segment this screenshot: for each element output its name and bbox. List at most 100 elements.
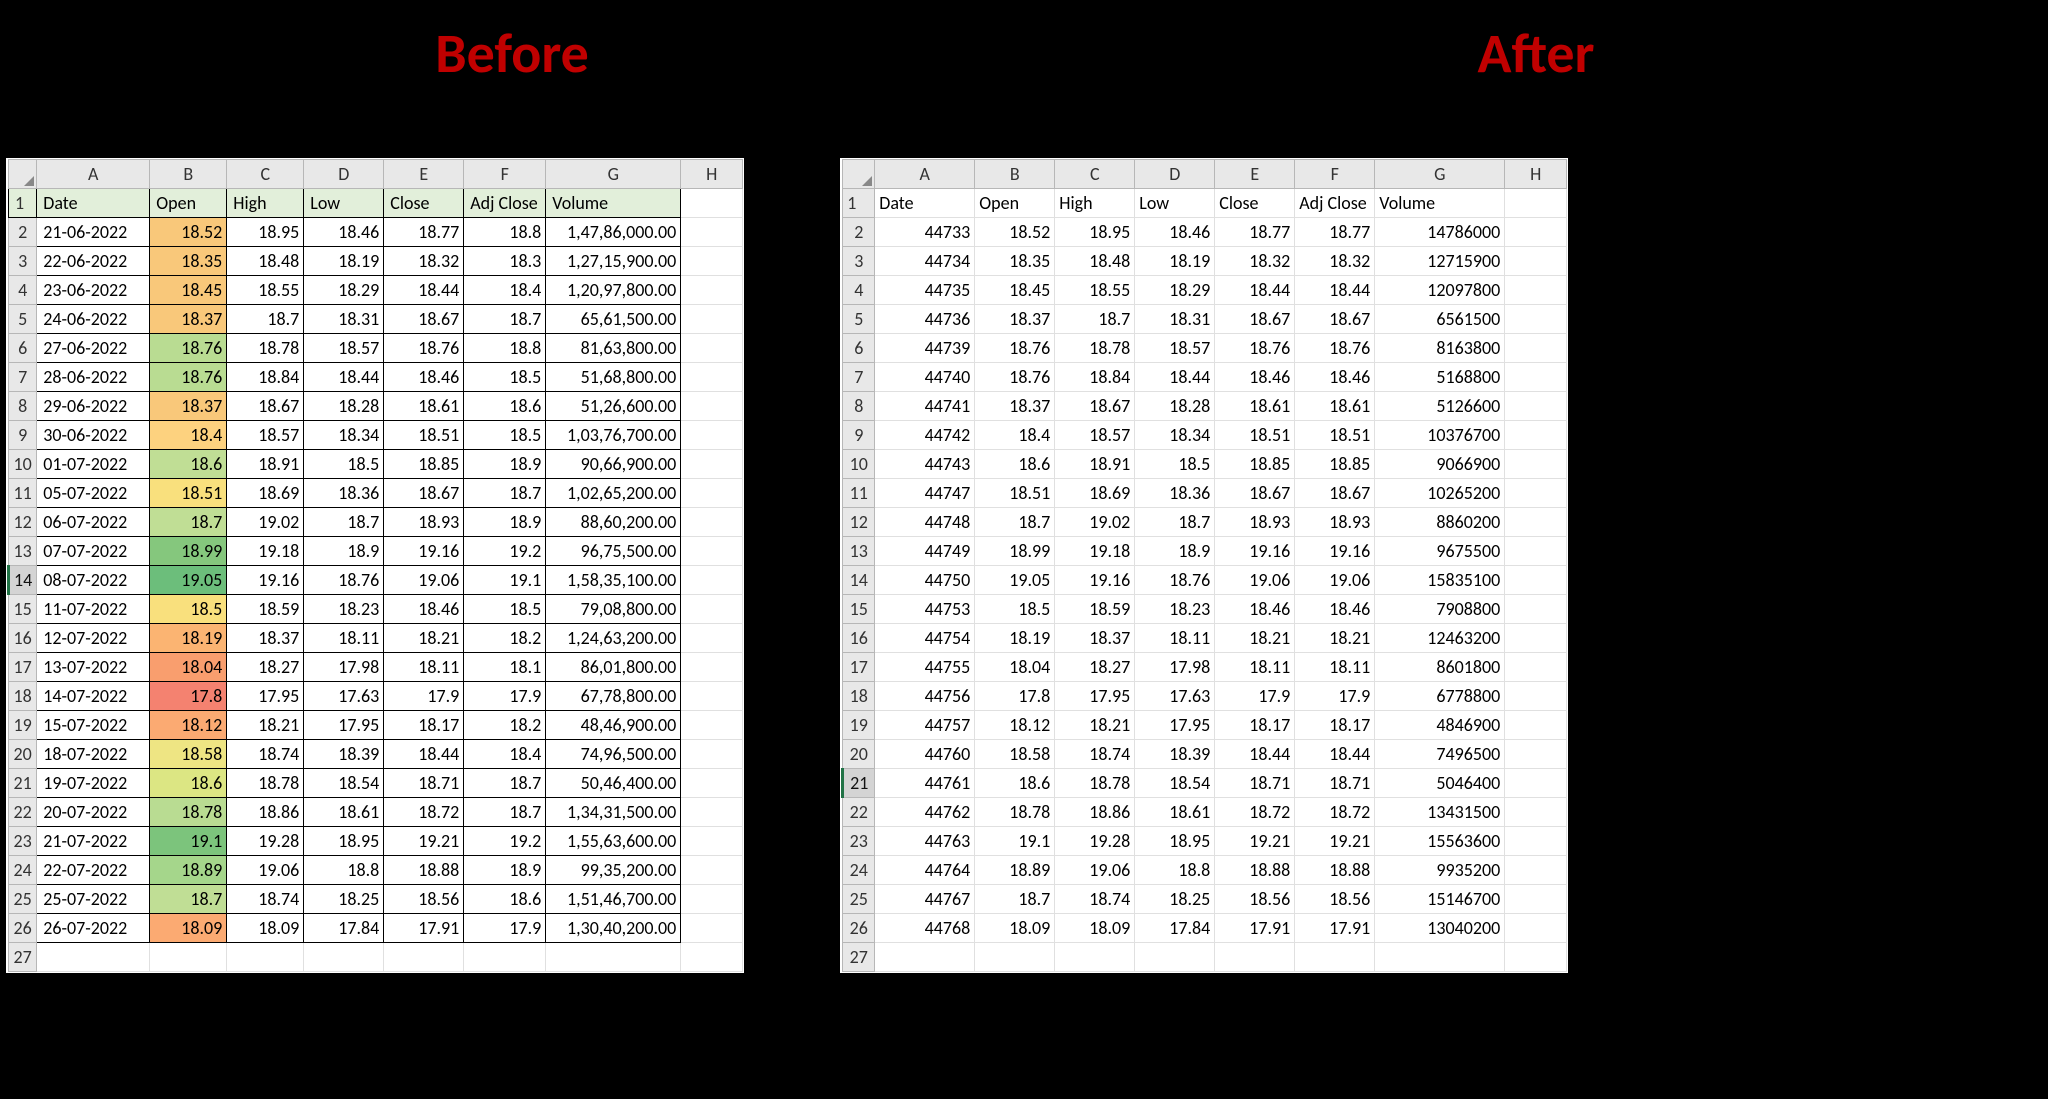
row-head[interactable]: 14 <box>843 566 875 595</box>
header-cell[interactable]: Volume <box>546 189 681 218</box>
header-cell[interactable]: Date <box>875 189 975 218</box>
cell[interactable]: 17.91 <box>1215 914 1295 943</box>
cell[interactable]: 17.63 <box>1135 682 1215 711</box>
cell[interactable]: 44756 <box>875 682 975 711</box>
empty-cell[interactable] <box>1505 218 1567 247</box>
cell[interactable]: 18.72 <box>1295 798 1375 827</box>
cell[interactable]: 18.54 <box>304 769 384 798</box>
cell[interactable]: 19.06 <box>1055 856 1135 885</box>
cell[interactable]: 18.4 <box>464 740 546 769</box>
cell[interactable]: 18.74 <box>227 740 304 769</box>
empty-cell[interactable] <box>1135 943 1215 972</box>
cell[interactable]: 7908800 <box>1375 595 1505 624</box>
cell[interactable]: 08-07-2022 <box>37 566 150 595</box>
cell[interactable]: 18.7 <box>464 798 546 827</box>
cell[interactable]: 99,35,200.00 <box>546 856 681 885</box>
cell[interactable]: 18.5 <box>150 595 227 624</box>
row-head[interactable]: 22 <box>843 798 875 827</box>
cell[interactable]: 18.46 <box>304 218 384 247</box>
cell[interactable]: 18.21 <box>1295 624 1375 653</box>
cell[interactable]: 18.93 <box>1215 508 1295 537</box>
cell[interactable]: 18.6 <box>975 769 1055 798</box>
empty-cell[interactable] <box>1505 537 1567 566</box>
cell[interactable]: 18.29 <box>1135 276 1215 305</box>
cell[interactable]: 18.37 <box>150 305 227 334</box>
row-head[interactable]: 14 <box>9 566 37 595</box>
cell[interactable]: 50,46,400.00 <box>546 769 681 798</box>
cell[interactable]: 18.88 <box>1295 856 1375 885</box>
row-head[interactable]: 21 <box>9 769 37 798</box>
cell[interactable]: 21-07-2022 <box>37 827 150 856</box>
cell[interactable]: 18.48 <box>227 247 304 276</box>
cell[interactable]: 18.99 <box>975 537 1055 566</box>
cell[interactable]: 18.61 <box>304 798 384 827</box>
empty-cell[interactable] <box>1505 392 1567 421</box>
empty-cell[interactable] <box>1505 943 1567 972</box>
cell[interactable]: 4846900 <box>1375 711 1505 740</box>
cell[interactable]: 18.11 <box>1135 624 1215 653</box>
cell[interactable]: 18.67 <box>384 479 464 508</box>
cell[interactable]: 18.6 <box>464 885 546 914</box>
cell[interactable]: 19.28 <box>1055 827 1135 856</box>
cell[interactable]: 18.19 <box>1135 247 1215 276</box>
empty-cell[interactable] <box>681 392 743 421</box>
cell[interactable]: 18.51 <box>1215 421 1295 450</box>
row-head[interactable]: 20 <box>9 740 37 769</box>
cell[interactable]: 18.31 <box>1135 305 1215 334</box>
cell[interactable]: 18.95 <box>304 827 384 856</box>
cell[interactable]: 18.3 <box>464 247 546 276</box>
cell[interactable]: 18.51 <box>975 479 1055 508</box>
cell[interactable]: 18.1 <box>464 653 546 682</box>
cell[interactable]: 17.84 <box>1135 914 1215 943</box>
cell[interactable]: 81,63,800.00 <box>546 334 681 363</box>
cell[interactable]: 18.9 <box>304 537 384 566</box>
cell[interactable]: 18.9 <box>464 508 546 537</box>
cell[interactable]: 18.51 <box>384 421 464 450</box>
cell[interactable]: 17.95 <box>1135 711 1215 740</box>
empty-cell[interactable] <box>227 943 304 972</box>
after-spreadsheet[interactable]: ABCDEFGH1DateOpenHighLowCloseAdj CloseVo… <box>841 159 1567 972</box>
empty-cell[interactable] <box>681 653 743 682</box>
before-spreadsheet[interactable]: ABCDEFGH1DateOpenHighLowCloseAdj CloseVo… <box>7 159 743 972</box>
cell[interactable]: 17.9 <box>464 682 546 711</box>
cell[interactable]: 8163800 <box>1375 334 1505 363</box>
row-head[interactable]: 4 <box>843 276 875 305</box>
cell[interactable]: 18.34 <box>1135 421 1215 450</box>
cell[interactable]: 18.44 <box>1215 740 1295 769</box>
empty-cell[interactable] <box>1505 189 1567 218</box>
cell[interactable]: 18.17 <box>1215 711 1295 740</box>
cell[interactable]: 18.34 <box>304 421 384 450</box>
empty-cell[interactable] <box>681 740 743 769</box>
empty-cell[interactable] <box>681 769 743 798</box>
empty-cell[interactable] <box>681 827 743 856</box>
col-head-H[interactable]: H <box>681 160 743 189</box>
cell[interactable]: 18.91 <box>227 450 304 479</box>
cell[interactable]: 18.21 <box>227 711 304 740</box>
empty-cell[interactable] <box>681 566 743 595</box>
cell[interactable]: 18.74 <box>227 885 304 914</box>
cell[interactable]: 18.32 <box>1295 247 1375 276</box>
cell[interactable]: 18.78 <box>227 769 304 798</box>
cell[interactable]: 18.61 <box>1295 392 1375 421</box>
row-head[interactable]: 19 <box>9 711 37 740</box>
row-head[interactable]: 18 <box>843 682 875 711</box>
cell[interactable]: 18.45 <box>150 276 227 305</box>
select-all-corner[interactable] <box>843 160 875 189</box>
cell[interactable]: 18.51 <box>150 479 227 508</box>
cell[interactable]: 44733 <box>875 218 975 247</box>
cell[interactable]: 18.76 <box>150 334 227 363</box>
cell[interactable]: 18.76 <box>975 363 1055 392</box>
row-head[interactable]: 21 <box>843 769 875 798</box>
cell[interactable]: 44748 <box>875 508 975 537</box>
empty-cell[interactable] <box>681 682 743 711</box>
cell[interactable]: 18.25 <box>304 885 384 914</box>
cell[interactable]: 18.54 <box>1135 769 1215 798</box>
empty-cell[interactable] <box>1505 595 1567 624</box>
header-cell[interactable]: Low <box>304 189 384 218</box>
header-cell[interactable]: Open <box>975 189 1055 218</box>
cell[interactable]: 19.16 <box>384 537 464 566</box>
cell[interactable]: 18.11 <box>1295 653 1375 682</box>
cell[interactable]: 18.7 <box>975 885 1055 914</box>
row-head[interactable]: 18 <box>9 682 37 711</box>
cell[interactable]: 19.02 <box>227 508 304 537</box>
